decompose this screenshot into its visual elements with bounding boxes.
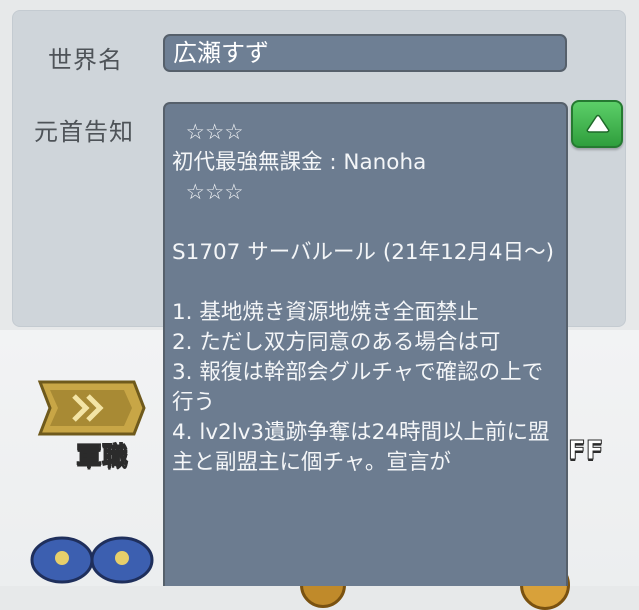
world-name-label: 世界名 xyxy=(48,46,123,74)
officer-cap-icon[interactable] xyxy=(28,520,156,586)
world-name-field[interactable]: 広瀬すず xyxy=(163,34,567,72)
head-notice-text: ☆☆☆ 初代最強無課金 : Nanoha ☆☆☆ S1707 サーバルール (2… xyxy=(172,120,554,475)
rank-label: 軍職 xyxy=(75,442,129,473)
head-notice-textarea[interactable]: ☆☆☆ 初代最強無課金 : Nanoha ☆☆☆ S1707 サーバルール (2… xyxy=(163,102,568,586)
chevron-up-icon xyxy=(586,114,610,133)
rank-chevron-icon[interactable] xyxy=(34,378,146,438)
collapse-button[interactable] xyxy=(571,100,623,148)
head-notice-label: 元首告知 xyxy=(34,118,134,146)
server-buff-label: FF xyxy=(568,436,605,467)
